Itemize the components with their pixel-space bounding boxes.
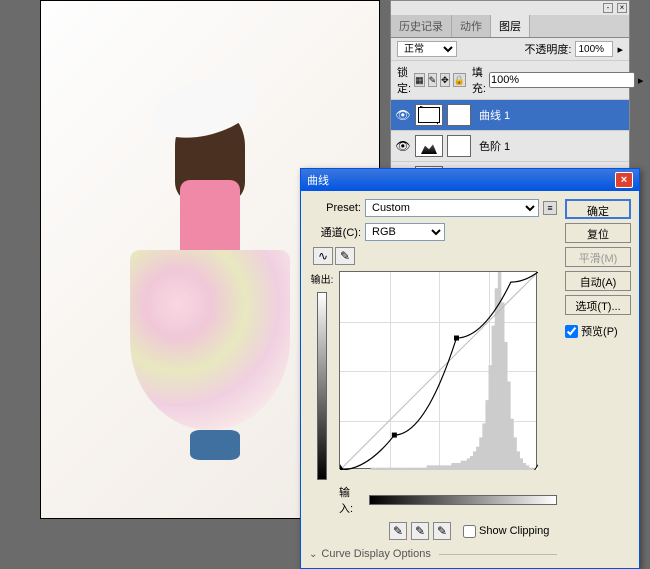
fill-label: 填充: — [472, 64, 486, 96]
close-icon[interactable]: × — [615, 172, 633, 188]
output-axis-label: 输出: — [311, 271, 334, 286]
close-icon[interactable]: × — [617, 3, 627, 13]
tab-actions[interactable]: 动作 — [452, 15, 491, 37]
mask-thumb-icon — [447, 104, 471, 126]
panel-window-controls: - × — [391, 1, 629, 15]
options-button[interactable]: 选项(T)... — [565, 295, 631, 315]
tab-layers[interactable]: 图层 — [491, 15, 530, 37]
dialog-title: 曲线 — [307, 172, 329, 188]
tab-history[interactable]: 历史记录 — [391, 15, 452, 37]
blend-opacity-row: 正常 不透明度: ▸ — [391, 38, 629, 61]
lock-fill-row: 锁定: ▦ ✎ ✥ 🔒 填充: ▸ — [391, 61, 629, 100]
preset-menu-icon[interactable]: ≡ — [543, 201, 557, 215]
preset-label: Preset: — [309, 202, 361, 214]
preview-check[interactable]: 预览(P) — [565, 323, 631, 339]
display-options-toggle[interactable]: ⌄ Curve Display Options — [309, 548, 557, 560]
chevron-right-icon[interactable]: ▸ — [638, 74, 644, 87]
eyedropper-row: ✎ ✎ ✎ Show Clipping — [389, 522, 557, 540]
visibility-eye-icon[interactable]: 👁 — [395, 139, 411, 153]
curves-dialog: 曲线 × Preset: Custom ≡ 通道(C): RGB ∿ ✎ — [300, 168, 640, 569]
blend-mode-select[interactable]: 正常 — [397, 41, 457, 57]
lock-transparency-icon[interactable]: ▦ — [414, 73, 425, 87]
show-clipping-checkbox[interactable] — [463, 525, 476, 538]
fill-input[interactable] — [489, 72, 635, 88]
layer-row[interactable]: 👁 曲线 1 — [391, 100, 629, 131]
input-axis-label: 输入: — [339, 484, 363, 516]
white-point-eyedropper-icon[interactable]: ✎ — [433, 522, 451, 540]
curve-point-tool-icon[interactable]: ∿ — [313, 247, 333, 265]
input-axis-row: 输入: — [339, 484, 557, 516]
model-figure — [120, 40, 300, 480]
cancel-button[interactable]: 复位 — [565, 223, 631, 243]
gray-point-eyedropper-icon[interactable]: ✎ — [411, 522, 429, 540]
smooth-button[interactable]: 平滑(M) — [565, 247, 631, 267]
opacity-label: 不透明度: — [524, 41, 571, 57]
curve-pencil-tool-icon[interactable]: ✎ — [335, 247, 355, 265]
minimize-icon[interactable]: - — [603, 3, 613, 13]
adjustment-thumb-icon — [415, 104, 443, 126]
visibility-eye-icon[interactable]: 👁 — [395, 108, 411, 122]
lock-label: 锁定: — [397, 64, 411, 96]
channel-row: 通道(C): RGB — [309, 223, 557, 241]
channel-label: 通道(C): — [309, 224, 361, 240]
preview-checkbox[interactable] — [565, 325, 578, 338]
show-clipping-check[interactable]: Show Clipping — [463, 525, 549, 538]
preset-select[interactable]: Custom — [365, 199, 539, 217]
black-point-eyedropper-icon[interactable]: ✎ — [389, 522, 407, 540]
dialog-titlebar[interactable]: 曲线 × — [301, 169, 639, 191]
channel-select[interactable]: RGB — [365, 223, 445, 241]
auto-button[interactable]: 自动(A) — [565, 271, 631, 291]
input-gradient — [369, 495, 557, 505]
chevron-right-icon[interactable]: ▸ — [617, 43, 623, 56]
dialog-buttons: 确定 复位 平滑(M) 自动(A) 选项(T)... 预览(P) — [565, 199, 631, 560]
layer-name[interactable]: 色阶 1 — [475, 138, 625, 154]
panel-tabs: 历史记录 动作 图层 — [391, 15, 629, 38]
graph-area: 输出: — [309, 271, 557, 480]
curves-graph[interactable] — [339, 271, 537, 469]
lock-position-icon[interactable]: ✥ — [440, 73, 450, 87]
layer-row[interactable]: 👁 色阶 1 — [391, 131, 629, 162]
output-gradient — [317, 292, 327, 480]
preset-row: Preset: Custom ≡ — [309, 199, 557, 217]
layer-name[interactable]: 曲线 1 — [475, 107, 625, 123]
lock-all-icon[interactable]: 🔒 — [453, 73, 466, 87]
mask-thumb-icon — [447, 135, 471, 157]
adjustment-thumb-icon — [415, 135, 443, 157]
opacity-input[interactable] — [575, 41, 613, 57]
ok-button[interactable]: 确定 — [565, 199, 631, 219]
draw-tool-row: ∿ ✎ — [313, 247, 557, 265]
lock-pixels-icon[interactable]: ✎ — [428, 73, 438, 87]
layers-panel: - × 历史记录 动作 图层 正常 不透明度: ▸ 锁定: ▦ ✎ ✥ 🔒 填充… — [390, 0, 630, 194]
chevron-icon: ⌄ — [309, 549, 317, 560]
